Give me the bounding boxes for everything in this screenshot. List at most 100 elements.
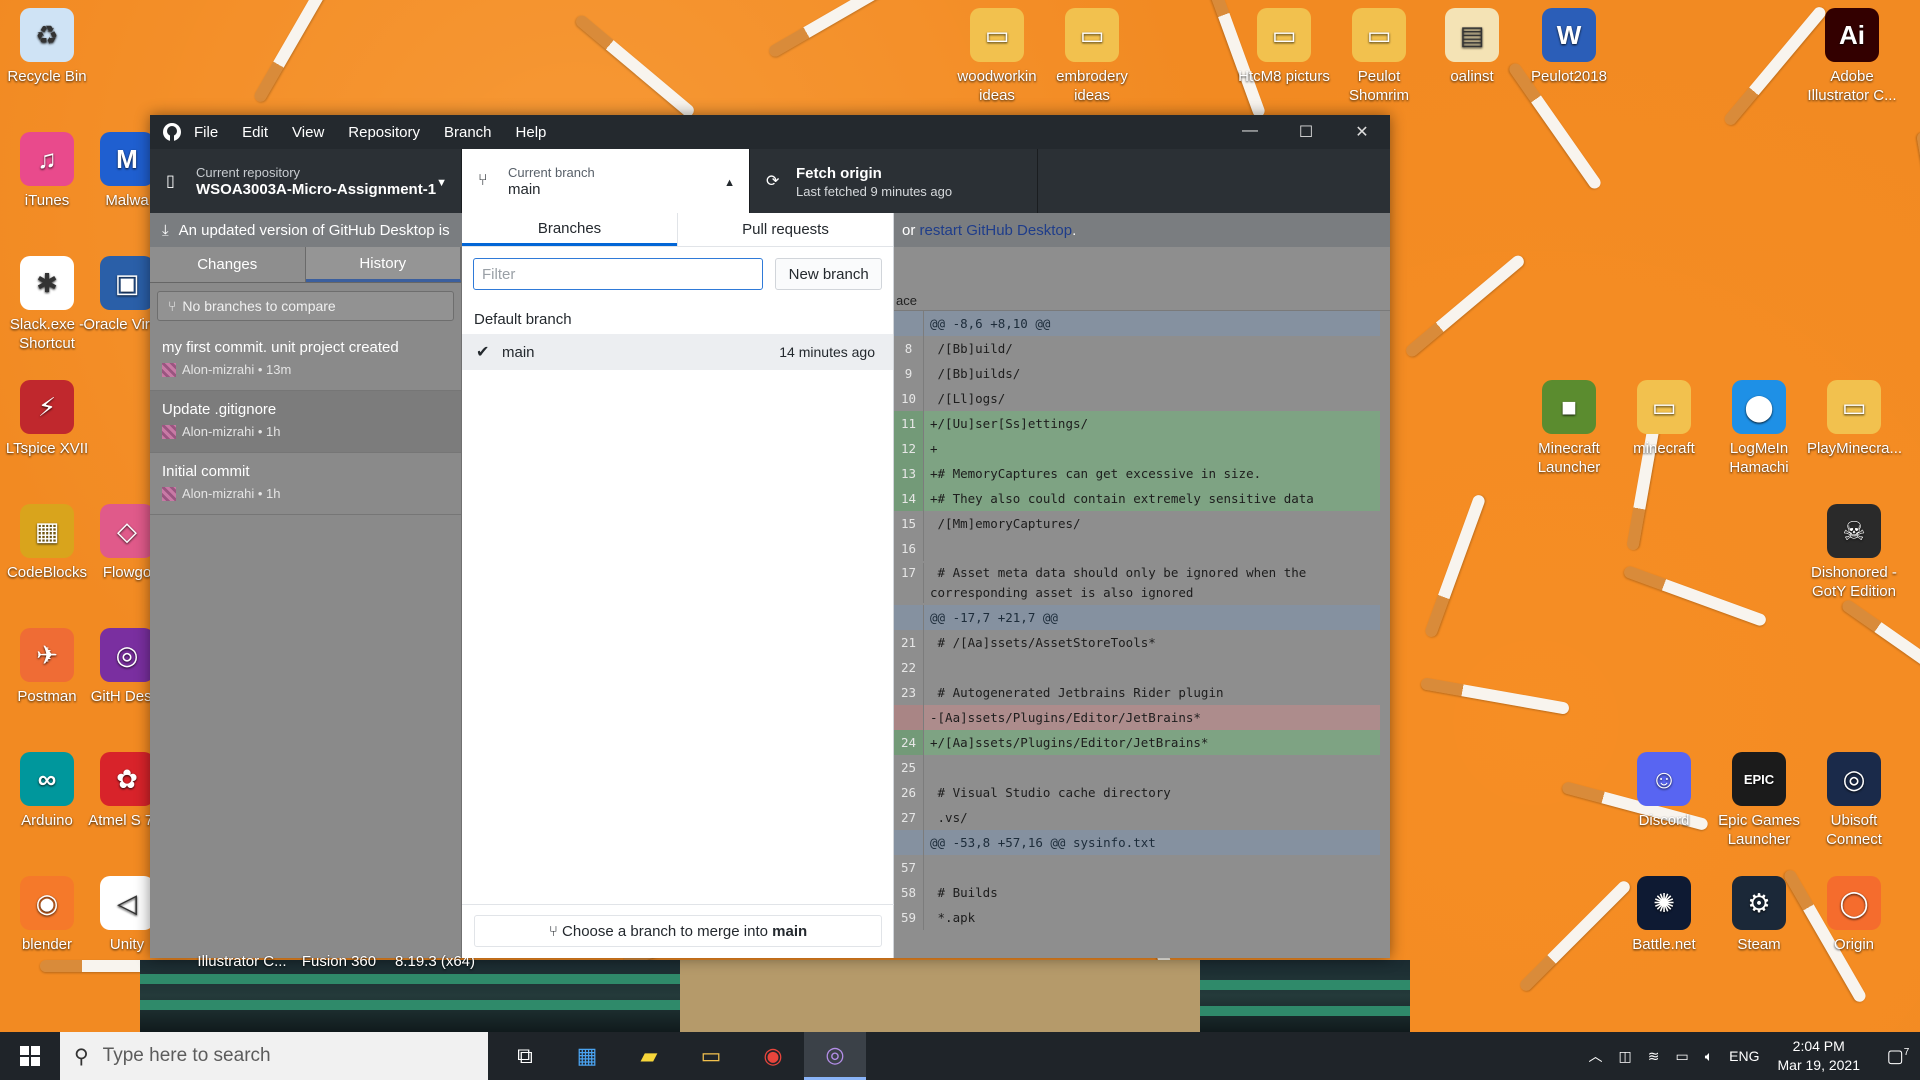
desktop-icon-label[interactable]: Fusion 360	[292, 952, 386, 971]
desktop-icon[interactable]: ◎ Ubisoft Connect	[1807, 752, 1901, 849]
desktop-icon[interactable]: ▭ woodworkin ideas	[950, 8, 1044, 105]
desktop-icon-label: PlayMinecra...	[1807, 440, 1903, 457]
diff-line[interactable]: 15 /[Mm]emoryCaptures/	[894, 511, 1380, 536]
commit-item[interactable]: my first commit. unit project created Alo…	[150, 329, 461, 391]
menu-item-repository[interactable]: Repository	[348, 124, 420, 141]
chrome-icon[interactable]: ◉	[742, 1032, 804, 1080]
diff-line[interactable]: 17 # Asset meta data should only be igno…	[894, 561, 1380, 605]
desktop-icon[interactable]: ▭ PlayMinecra...	[1807, 380, 1903, 458]
diff-line[interactable]: 59 *.apk	[894, 905, 1380, 930]
branch-compare-input[interactable]: ⑂ No branches to compare	[157, 291, 454, 321]
banner-text: An updated version of GitHub Desktop is	[178, 221, 450, 239]
diff-line[interactable]: 23 # Autogenerated Jetbrains Rider plugi…	[894, 680, 1380, 705]
diff-line[interactable]: 11 +/[Uu]ser[Ss]ettings/	[894, 411, 1380, 436]
desktop-icon[interactable]: ▤ oalinst	[1425, 8, 1519, 86]
desktop-icon[interactable]: Ai Adobe Illustrator C...	[1805, 8, 1899, 105]
desktop-icon[interactable]: ⚡ LTspice XVII	[0, 380, 94, 458]
diff-line[interactable]: 24 +/[Aa]ssets/Plugins/Editor/JetBrains*	[894, 730, 1380, 755]
diff-line[interactable]: 58 # Builds	[894, 880, 1380, 905]
hamachi-icon: ⬤	[1732, 380, 1786, 434]
desktop-icon[interactable]: ▭ Peulot Shomrim	[1332, 8, 1426, 105]
github-desktop-icon[interactable]: ◎	[804, 1032, 866, 1080]
volume-icon[interactable]: 🔈︎	[1705, 1048, 1713, 1065]
diff-line[interactable]: @@ -8,6 +8,10 @@	[894, 311, 1380, 336]
current-branch-button[interactable]: ⑂ Current branch main ▲	[462, 149, 750, 213]
restart-link[interactable]: restart GitHub Desktop	[920, 222, 1073, 239]
tab-pull-requests[interactable]: Pull requests	[677, 213, 893, 246]
diff-line[interactable]: 16	[894, 536, 1380, 561]
desktop-icon[interactable]: ✺ Battle.net	[1617, 876, 1711, 954]
wifi-icon[interactable]: ≋	[1648, 1048, 1660, 1065]
menu-item-edit[interactable]: Edit	[242, 124, 268, 141]
fetch-origin-button[interactable]: ⟳ Fetch origin Last fetched 9 minutes ag…	[750, 149, 1038, 213]
desktop-icon[interactable]: ▭ embrodery ideas	[1045, 8, 1139, 105]
desktop-icon-label[interactable]: Illustrator C...	[195, 952, 289, 971]
desktop-icon[interactable]: W Peulot2018	[1522, 8, 1616, 86]
merge-into-button[interactable]: ⑂ Choose a branch to merge into main	[474, 915, 882, 947]
desktop-icon[interactable]: ☺ Discord	[1617, 752, 1711, 830]
close-icon[interactable]: ✕	[1334, 122, 1390, 142]
postman-icon: ✈	[20, 628, 74, 682]
maximize-icon[interactable]: ☐	[1278, 122, 1334, 142]
diff-line[interactable]: @@ -17,7 +21,7 @@	[894, 605, 1380, 630]
history-sidebar: Changes History ⑂ No branches to compare…	[150, 247, 462, 958]
desktop-icon[interactable]: ▭ HtcM8 picturs	[1237, 8, 1331, 86]
minimize-icon[interactable]: —	[1222, 122, 1278, 142]
commit-author-time: Alon-mizrahi • 13m	[182, 362, 292, 377]
search-icon: ⚲	[74, 1045, 89, 1068]
desktop-icon[interactable]: ■ Minecraft Launcher	[1522, 380, 1616, 477]
commit-item[interactable]: Initial commit Alon-mizrahi • 1h	[150, 453, 461, 515]
branch-filter-input[interactable]	[473, 258, 764, 290]
desktop-icon[interactable]: ▭ minecraft	[1617, 380, 1711, 458]
tab-changes[interactable]: Changes	[150, 247, 306, 282]
unity-icon: ◁	[100, 876, 154, 930]
tab-branches[interactable]: Branches	[462, 213, 677, 246]
language-indicator[interactable]: ENG	[1729, 1048, 1759, 1064]
branch-item-main[interactable]: ✔ main 14 minutes ago	[462, 334, 893, 370]
repository-icon: ▯	[166, 173, 175, 190]
desktop-icon[interactable]: ◯ Origin	[1807, 876, 1901, 954]
diff-line[interactable]: 10 /[Ll]ogs/	[894, 386, 1380, 411]
diff-line[interactable]: 12 +	[894, 436, 1380, 461]
branch-item-name: main	[502, 343, 535, 361]
clock[interactable]: 2:04 PM Mar 19, 2021	[1778, 1037, 1861, 1075]
menu-item-view[interactable]: View	[292, 124, 324, 141]
menu-item-file[interactable]: File	[194, 124, 218, 141]
file-explorer-icon[interactable]: ▭	[680, 1032, 742, 1080]
tab-history[interactable]: History	[305, 247, 461, 282]
sticky-notes-icon[interactable]: ▰	[618, 1032, 680, 1080]
diff-line[interactable]: 21 # /[Aa]ssets/AssetStoreTools*	[894, 630, 1380, 655]
new-branch-button[interactable]: New branch	[775, 258, 882, 290]
desktop-icon[interactable]: ♻ Recycle Bin	[0, 8, 94, 86]
menu-item-branch[interactable]: Branch	[444, 124, 492, 141]
windows-start-icon[interactable]	[0, 1046, 60, 1066]
diff-line[interactable]: 57	[894, 855, 1380, 880]
desktop-icon[interactable]: ⚙ Steam	[1712, 876, 1806, 954]
diff-line[interactable]: 9 /[Bb]uilds/	[894, 361, 1380, 386]
diff-line[interactable]: 22	[894, 655, 1380, 680]
network-icon[interactable]: ◫	[1619, 1048, 1632, 1065]
diff-line[interactable]: 13 +# MemoryCaptures can get excessive in…	[894, 461, 1380, 486]
notification-icon[interactable]: ▢7	[1876, 1046, 1920, 1067]
desktop-icon-label: woodworkin ideas	[957, 68, 1037, 104]
diff-line[interactable]: @@ -53,8 +57,16 @@ sysinfo.txt	[894, 830, 1380, 855]
malwarebytes-icon: M	[100, 132, 154, 186]
taskbar-search[interactable]: ⚲ Type here to search	[60, 1032, 488, 1080]
desktop-icon[interactable]: ⬤ LogMeIn Hamachi	[1712, 380, 1806, 477]
commit-item[interactable]: Update .gitignore Alon-mizrahi • 1h	[150, 391, 461, 453]
battery-icon[interactable]: ▭	[1676, 1048, 1689, 1065]
current-repository-button[interactable]: ▯ Current repository WSOA3003A-Micro-Ass…	[150, 149, 462, 213]
diff-line[interactable]: 25	[894, 755, 1380, 780]
desktop-icon[interactable]: ☠ Dishonored - GotY Edition	[1807, 504, 1901, 601]
diff-line[interactable]: 8 /[Bb]uild/	[894, 336, 1380, 361]
menu-item-help[interactable]: Help	[516, 124, 547, 141]
diff-line[interactable]: 26 # Visual Studio cache directory	[894, 780, 1380, 805]
task-view-icon[interactable]: ⧉	[494, 1032, 556, 1080]
diff-line[interactable]: 27 .vs/	[894, 805, 1380, 830]
diff-line[interactable]: -[Aa]ssets/Plugins/Editor/JetBrains*	[894, 705, 1380, 730]
calendar-icon[interactable]: ▦	[556, 1032, 618, 1080]
chevron-up-icon[interactable]: ︿	[1589, 1046, 1603, 1066]
desktop-icon[interactable]: EPIC Epic Games Launcher	[1712, 752, 1806, 849]
diff-line[interactable]: 14 +# They also could contain extremely s…	[894, 486, 1380, 511]
